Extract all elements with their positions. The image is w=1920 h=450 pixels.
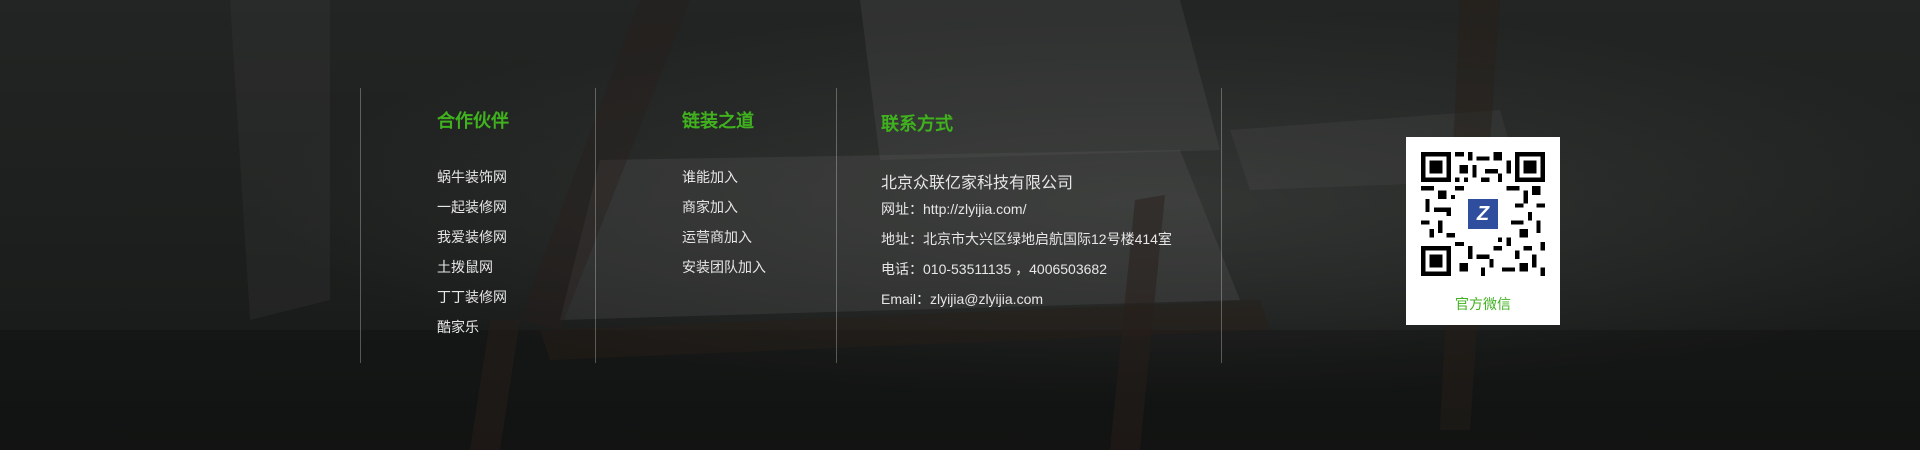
website-text[interactable]: 网址：http://zlyijia.com/ xyxy=(881,199,1026,219)
qr-logo-letter: Z xyxy=(1476,203,1490,225)
address-text: 地址：北京市大兴区绿地启航国际12号楼414室 xyxy=(881,231,1172,247)
company-name: 北京众联亿家科技有限公司 xyxy=(881,175,1074,192)
chain-title: 链装之道 xyxy=(682,111,754,131)
qr-caption: 官方微信 xyxy=(1455,296,1511,312)
column-divider xyxy=(360,88,361,363)
contact-title: 联系方式 xyxy=(881,114,953,134)
column-divider xyxy=(1221,88,1222,363)
partner-link[interactable]: 土拨鼠网 xyxy=(437,257,493,277)
column-divider xyxy=(595,88,596,363)
partner-link[interactable]: 丁丁装修网 xyxy=(437,287,507,307)
join-link[interactable]: 安装团队加入 xyxy=(682,257,766,277)
partner-link[interactable]: 蜗牛装饰网 xyxy=(437,167,507,187)
join-link[interactable]: 商家加入 xyxy=(682,197,738,217)
partner-link[interactable]: 我爱装修网 xyxy=(437,227,507,247)
wechat-qr-card: Z 官方微信 xyxy=(1406,137,1560,325)
join-link[interactable]: 运营商加入 xyxy=(682,227,752,247)
phone-text: 电话：010-53511135 ，4006503682 xyxy=(881,261,1107,277)
partner-link[interactable]: 酷家乐 xyxy=(437,317,479,337)
partners-title: 合作伙伴 xyxy=(437,111,509,131)
email-text[interactable]: Email：zlyijia@zlyijia.com xyxy=(881,289,1043,309)
chair-silhouette xyxy=(0,0,1920,450)
column-divider xyxy=(836,88,837,363)
footer-background xyxy=(0,0,1920,450)
partner-link[interactable]: 一起装修网 xyxy=(437,197,507,217)
join-link[interactable]: 谁能加入 xyxy=(682,167,738,187)
